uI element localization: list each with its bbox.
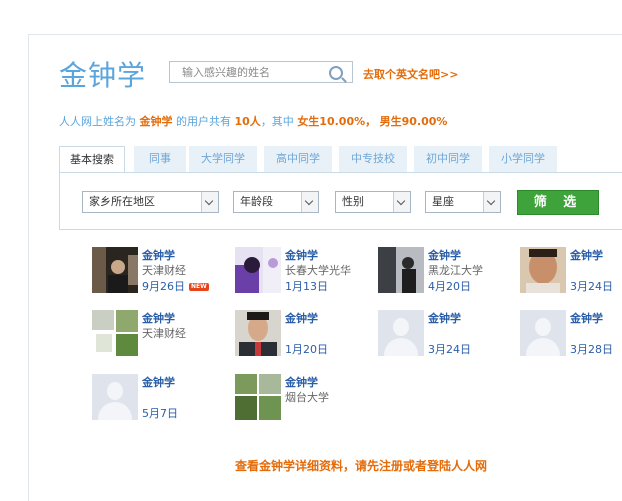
- user-name-link[interactable]: 金钟学: [142, 247, 175, 263]
- stats-count: 10人: [234, 115, 261, 128]
- avatar[interactable]: [92, 247, 138, 293]
- avatar-placeholder[interactable]: [520, 310, 566, 356]
- chevron-down-icon[interactable]: [483, 192, 500, 212]
- user-name-link[interactable]: 金钟学: [570, 247, 603, 263]
- stats-name: 金钟学: [139, 115, 173, 128]
- user-name-link[interactable]: 金钟学: [285, 247, 318, 263]
- user-name-link[interactable]: 金钟学: [570, 310, 603, 326]
- user-name-link[interactable]: 金钟学: [428, 310, 461, 326]
- avatar[interactable]: [378, 247, 424, 293]
- chevron-down-icon[interactable]: [201, 192, 218, 212]
- user-card[interactable]: 金钟学 烟台大学: [235, 374, 375, 430]
- name-search-input[interactable]: [170, 62, 332, 82]
- gender-select-value: 性别: [342, 195, 364, 208]
- chevron-down-icon[interactable]: [393, 192, 410, 212]
- user-name-link[interactable]: 金钟学: [428, 247, 461, 263]
- stats-male: 男生90.00%: [379, 115, 448, 128]
- avatar[interactable]: [520, 247, 566, 293]
- user-card[interactable]: 金钟学 5月7日: [92, 374, 232, 430]
- age-select[interactable]: 年龄段: [233, 191, 319, 213]
- user-date: 9月26日 NEW: [142, 278, 209, 294]
- avatar[interactable]: [235, 374, 281, 420]
- stats-prefix: 人人网上姓名为: [59, 115, 136, 128]
- hometown-select-value: 家乡所在地区: [89, 195, 155, 208]
- age-select-value: 年龄段: [240, 195, 273, 208]
- user-card[interactable]: 金钟学 天津财经 9月26日 NEW: [92, 247, 232, 303]
- avatar[interactable]: [235, 310, 281, 356]
- user-name-link[interactable]: 金钟学: [142, 310, 175, 326]
- user-card[interactable]: 金钟学 3月24日: [378, 310, 518, 366]
- avatar-placeholder[interactable]: [92, 374, 138, 420]
- user-date: 4月20日: [428, 280, 471, 293]
- tab-vocational[interactable]: 中专技校: [339, 146, 407, 172]
- avatar[interactable]: [92, 310, 138, 356]
- stats-sep: ，其中: [260, 115, 294, 128]
- avatar[interactable]: [235, 247, 281, 293]
- user-date-text: 9月26日: [142, 280, 185, 293]
- tab-highschool[interactable]: 高中同学: [264, 146, 332, 172]
- user-date: 3月24日: [570, 280, 613, 293]
- chevron-down-icon[interactable]: [301, 192, 318, 212]
- user-date: 1月20日: [285, 343, 328, 356]
- new-badge: NEW: [189, 283, 209, 291]
- tab-basic-search[interactable]: 基本搜索: [59, 146, 125, 173]
- tab-middleschool[interactable]: 初中同学: [414, 146, 482, 172]
- stats-sep2: ，: [365, 115, 377, 128]
- user-name-link[interactable]: 金钟学: [142, 374, 175, 390]
- stats-mid: 的用户共有: [176, 115, 231, 128]
- register-prompt: 查看金钟学详细资料，请先注册或者登陆人人网: [0, 457, 622, 474]
- zodiac-select[interactable]: 星座: [425, 191, 501, 213]
- stats-female: 女生10.00%: [297, 115, 366, 128]
- hometown-select[interactable]: 家乡所在地区: [82, 191, 219, 213]
- tab-university[interactable]: 大学同学: [189, 146, 257, 172]
- user-school: 烟台大学: [285, 391, 329, 404]
- filter-button[interactable]: 筛 选: [517, 190, 599, 215]
- english-name-link[interactable]: 去取个英文名吧>>: [363, 66, 458, 82]
- user-school: 黑龙江大学: [428, 264, 483, 277]
- tab-coworkers[interactable]: 同事: [134, 146, 186, 172]
- user-date: 1月13日: [285, 280, 328, 293]
- user-card[interactable]: 金钟学 天津财经: [92, 310, 232, 366]
- user-school: 天津财经: [142, 327, 186, 340]
- user-card[interactable]: 金钟学 黑龙江大学 4月20日: [378, 247, 518, 303]
- user-card[interactable]: 金钟学 长春大学光华 1月13日: [235, 247, 375, 303]
- user-name-link[interactable]: 金钟学: [285, 374, 318, 390]
- avatar-placeholder[interactable]: [378, 310, 424, 356]
- user-card[interactable]: 金钟学 3月24日: [520, 247, 620, 303]
- user-date: 5月7日: [142, 407, 178, 420]
- register-prompt-link[interactable]: 查看金钟学详细资料，请先注册或者登陆人人网: [235, 459, 487, 473]
- user-card[interactable]: 金钟学 3月28日: [520, 310, 620, 366]
- user-date: 3月24日: [428, 343, 471, 356]
- name-stats: 人人网上姓名为 金钟学 的用户共有 10人，其中 女生10.00%， 男生90.…: [59, 113, 447, 129]
- search-icon[interactable]: [329, 66, 343, 80]
- name-search-box[interactable]: [169, 61, 353, 83]
- user-card[interactable]: 金钟学 1月20日: [235, 310, 375, 366]
- user-name-link[interactable]: 金钟学: [285, 310, 318, 326]
- user-date: 3月28日: [570, 343, 613, 356]
- user-school: 长春大学光华: [285, 264, 351, 277]
- zodiac-select-value: 星座: [432, 195, 454, 208]
- page-title: 金钟学: [59, 59, 147, 92]
- user-school: 天津财经: [142, 264, 186, 277]
- gender-select[interactable]: 性别: [335, 191, 411, 213]
- tab-primaryschool[interactable]: 小学同学: [489, 146, 557, 172]
